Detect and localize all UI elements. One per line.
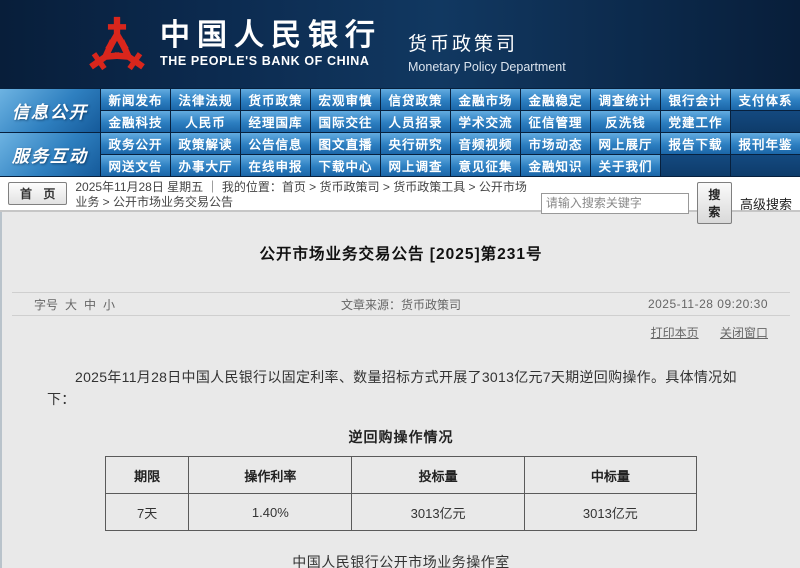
- nav-item[interactable]: 关于我们: [591, 155, 660, 176]
- font-size-medium[interactable]: 中: [84, 296, 96, 313]
- nav-item[interactable]: 新闻发布: [101, 89, 170, 110]
- table-header-cell: 操作利率: [188, 456, 353, 495]
- breadcrumb-bar: 首 页 2025年11月28日 星期五 ｜ 我的位置：首页 > 货币政策司 > …: [0, 177, 800, 224]
- nav-item[interactable]: 办事大厅: [171, 155, 240, 176]
- nav-item[interactable]: 下载中心: [311, 155, 380, 176]
- article-meta-row: 字号 大 中 小 文章来源：货币政策司 2025-11-28 09:20:30: [12, 292, 790, 316]
- nav-item[interactable]: 法律法规: [171, 89, 240, 110]
- article-datetime: 2025-11-28 09:20:30: [647, 297, 768, 311]
- nav-item[interactable]: 调查统计: [591, 89, 660, 110]
- site-header: 中国人民银行 THE PEOPLE'S BANK OF CHINA 货币政策司 …: [0, 0, 800, 88]
- table-row: 7天 1.40% 3013亿元 3013亿元: [104, 493, 698, 532]
- table-cell: 1.40%: [188, 493, 353, 532]
- nav-empty-cell: [731, 111, 800, 132]
- nav-grid: 信息公开 新闻发布 法律法规 货币政策 宏观审慎 信贷政策 金融市场 金融稳定 调查统计 银行会计…: [0, 88, 800, 177]
- table-header-cell: 期限: [104, 456, 190, 495]
- advanced-search-link[interactable]: 高级搜索: [740, 194, 792, 213]
- print-page-link[interactable]: 打印本页: [651, 326, 699, 340]
- nav-group-service-interaction[interactable]: 服务互动: [0, 133, 100, 176]
- home-button[interactable]: 首 页: [8, 182, 68, 205]
- department-name-en: Monetary Policy Department: [408, 59, 566, 74]
- bank-name-en: THE PEOPLE'S BANK OF CHINA: [160, 54, 370, 69]
- nav-item[interactable]: 信贷政策: [381, 89, 450, 110]
- article-signature: 中国人民银行公开市场业务操作室: [292, 554, 510, 568]
- nav-item[interactable]: 公告信息: [241, 133, 310, 154]
- table-title: 逆回购操作情况: [348, 429, 454, 446]
- pboc-logo-icon: [88, 16, 146, 74]
- nav-item[interactable]: 金融知识: [521, 155, 590, 176]
- nav-item[interactable]: 网上调查: [381, 155, 450, 176]
- search-button[interactable]: 搜索: [696, 182, 732, 224]
- department-title-block: 货币政策司 Monetary Policy Department: [408, 29, 566, 74]
- nav-item[interactable]: 报刊年鉴: [731, 133, 800, 154]
- department-name-cn: 货币政策司: [408, 33, 519, 55]
- font-size-large[interactable]: 大: [65, 296, 77, 313]
- nav-item[interactable]: 宏观审慎: [311, 89, 380, 110]
- nav-item[interactable]: 金融稳定: [521, 89, 590, 110]
- font-size-label: 字号: [34, 297, 59, 312]
- bank-title-block: 中国人民银行 THE PEOPLE'S BANK OF CHINA: [160, 20, 382, 69]
- nav-item[interactable]: 支付体系: [731, 89, 800, 110]
- table-cell: 7天: [104, 493, 190, 532]
- nav-group-info-disclosure[interactable]: 信息公开: [0, 89, 100, 132]
- font-size-small[interactable]: 小: [103, 296, 115, 313]
- nav-item[interactable]: 人民币: [171, 111, 240, 132]
- nav-item[interactable]: 金融市场: [451, 89, 520, 110]
- nav-item[interactable]: 国际交往: [311, 111, 380, 132]
- nav-item[interactable]: 音频视频: [451, 133, 520, 154]
- font-size-controls: 字号 大 中 小: [34, 296, 115, 313]
- nav-item[interactable]: 图文直播: [311, 133, 380, 154]
- nav-empty-cell: [731, 155, 800, 176]
- nav-item[interactable]: 在线申报: [241, 155, 310, 176]
- nav-item[interactable]: 学术交流: [451, 111, 520, 132]
- nav-empty-cell: [661, 155, 730, 176]
- page-title: 公开市场业务交易公告 [2025]第231号: [259, 246, 543, 263]
- nav-item[interactable]: 银行会计: [661, 89, 730, 110]
- nav-item[interactable]: 货币政策: [241, 89, 310, 110]
- table-header-cell: 中标量: [523, 456, 698, 495]
- article-actions: 打印本页 关闭窗口: [2, 324, 768, 341]
- nav-item[interactable]: 金融科技: [101, 111, 170, 132]
- search-input[interactable]: [540, 192, 689, 214]
- table-cell: 3013亿元: [523, 493, 698, 532]
- table-header-row: 期限 操作利率 投标量 中标量: [104, 456, 698, 495]
- bank-name-cn: 中国人民银行: [160, 17, 382, 53]
- nav-item[interactable]: 意见征集: [451, 155, 520, 176]
- repo-operation-table: 期限 操作利率 投标量 中标量 7天 1.40% 3013亿元 3013亿元: [104, 456, 698, 532]
- nav-item[interactable]: 报告下载: [661, 133, 730, 154]
- search-area: 搜索 高级搜索: [540, 182, 792, 224]
- nav-item[interactable]: 政策解读: [171, 133, 240, 154]
- nav-item[interactable]: 网上展厅: [591, 133, 660, 154]
- nav-item[interactable]: 党建工作: [661, 111, 730, 132]
- close-window-link[interactable]: 关闭窗口: [720, 326, 768, 340]
- nav-item[interactable]: 网送文告: [101, 155, 170, 176]
- nav-item[interactable]: 反洗钱: [591, 111, 660, 132]
- nav-item[interactable]: 人员招录: [381, 111, 450, 132]
- nav-item[interactable]: 经理国库: [241, 111, 310, 132]
- table-cell: 3013亿元: [351, 493, 525, 532]
- table-header-cell: 投标量: [351, 456, 525, 495]
- article-body: 2025年11月28日中国人民银行以固定利率、数量招标方式开展了3013亿元7天…: [47, 369, 737, 407]
- article-area: 公开市场业务交易公告 [2025]第231号 字号 大 中 小 文章来源：货币政…: [0, 212, 800, 568]
- nav-item[interactable]: 市场动态: [521, 133, 590, 154]
- nav-item[interactable]: 征信管理: [521, 111, 590, 132]
- nav-item[interactable]: 央行研究: [381, 133, 450, 154]
- nav-item[interactable]: 政务公开: [101, 133, 170, 154]
- breadcrumb: 2025年11月28日 星期五 ｜ 我的位置：首页 > 货币政策司 > 货币政策…: [75, 180, 527, 209]
